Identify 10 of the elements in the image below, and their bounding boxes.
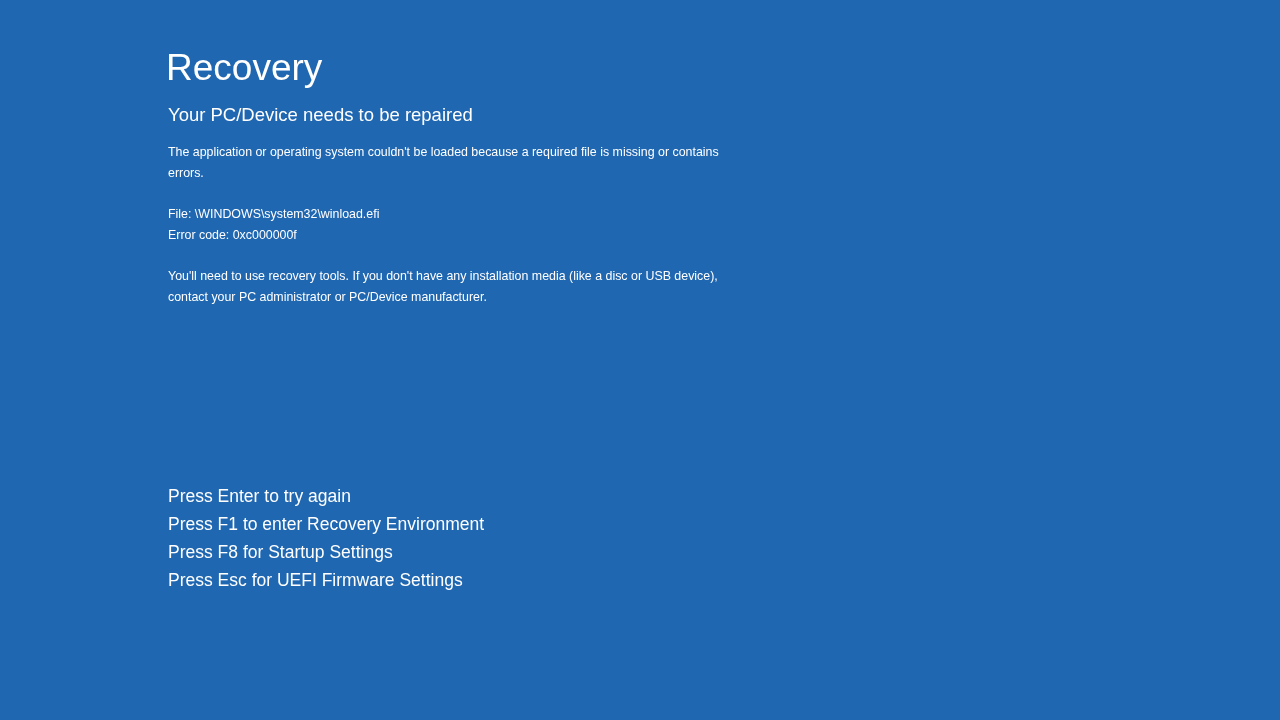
key-option-text: Press F8 for Startup Settings	[168, 541, 393, 564]
key-option-text: Press Enter to try again	[168, 485, 351, 508]
message-text: File: \WINDOWS\system32\winload.efi	[168, 206, 381, 223]
message-text: The application or operating system couldn't be loaded because a required file is missing or contains errors.	[168, 144, 720, 182]
screen-subtitle: Your PC/Device needs to be repaired	[168, 103, 473, 127]
message-text: Error code: 0xc000000f	[168, 227, 298, 244]
key-option-text: Press F1 to enter Recovery Environment	[168, 513, 485, 536]
key-option-text: Press Esc for UEFI Firmware Settings	[168, 569, 463, 592]
message-text: You'll need to use recovery tools. If you don't have any installation media (like a disc or USB device), contact your PC administrator or PC/Device manufacturer.	[168, 268, 719, 306]
screen-title: Recovery	[166, 46, 323, 90]
